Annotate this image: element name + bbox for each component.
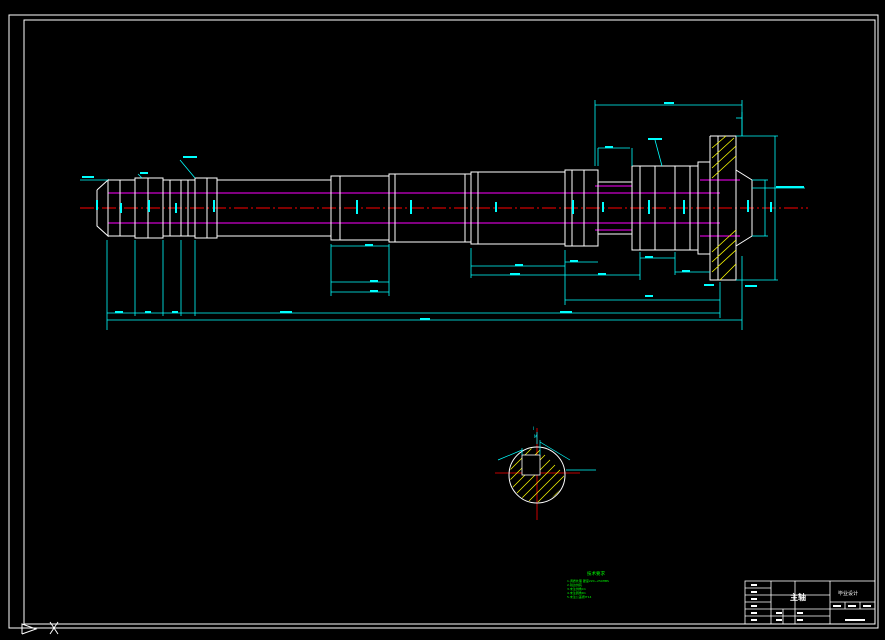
section-view-a-a: I M — [495, 426, 596, 520]
dimension-text-marks — [82, 102, 804, 320]
course-label: 毕业设计 — [838, 590, 858, 597]
tech-req-heading: 技术要求 — [587, 570, 605, 577]
drawing-title: 主轴 — [790, 592, 806, 602]
cad-drawing-canvas[interactable]: I M 技术要求 1.调质处理 硬度220~250HBS 2.锐边倒钝 3.未注… — [0, 0, 885, 636]
section-dim-mark: I — [533, 426, 534, 431]
technical-requirements-note: 技术要求 1.调质处理 硬度220~250HBS 2.锐边倒钝 3.未注倒角C1… — [567, 570, 609, 599]
drawing-frame — [8, 14, 879, 629]
cad-viewport[interactable]: I M 技术要求 1.调质处理 硬度220~250HBS 2.锐边倒钝 3.未注… — [0, 0, 885, 636]
tech-req-line-5: 5.未注公差按IT14 — [567, 594, 591, 599]
section-dim-mark-2: M — [534, 434, 538, 439]
title-block: 主轴 毕业设计 — [744, 580, 876, 625]
dimension-lines — [80, 100, 805, 330]
